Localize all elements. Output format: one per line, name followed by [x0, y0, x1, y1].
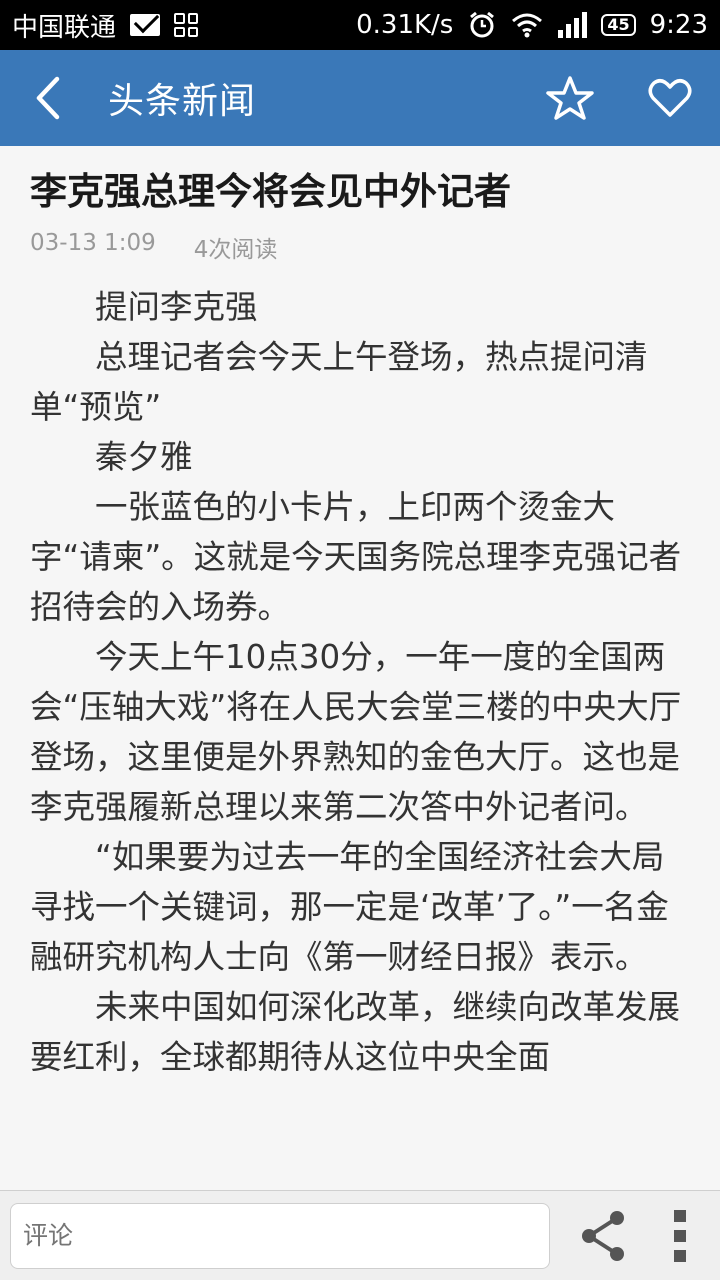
page-title: 头条新闻: [108, 81, 257, 122]
comment-input[interactable]: [10, 1202, 550, 1269]
apps-grid-icon: [174, 13, 199, 37]
carrier-name: 中国联通: [12, 12, 117, 43]
article-content[interactable]: 李克强总理今将会见中外记者 03-13 1:09 4次阅读 提问李克强 总理记者…: [0, 146, 720, 1190]
more-vertical-icon: [674, 1249, 686, 1262]
bottom-bar: [0, 1190, 720, 1280]
favorite-button[interactable]: [520, 50, 620, 146]
network-speed: 0.31K/s: [356, 10, 454, 40]
paragraph: 提问李克强: [95, 288, 258, 326]
article-body: 提问李克强 总理记者会今天上午登场，热点提问清单“预览” 秦夕雅 一张蓝色的小卡…: [30, 282, 690, 1082]
article-title: 李克强总理今将会见中外记者: [30, 170, 511, 213]
paragraph: 今天上午10点30分，一年一度的全国两会“压轴大戏”将在人民大会堂三楼的中央大厅…: [30, 638, 682, 826]
mail-icon: [130, 14, 161, 36]
back-button[interactable]: [0, 50, 96, 146]
more-vertical-icon: [674, 1229, 686, 1242]
clock: 9:23: [649, 10, 708, 40]
star-icon: [546, 76, 594, 120]
more-vertical-icon: [674, 1209, 686, 1222]
app-header: 头条新闻: [0, 50, 720, 146]
paragraph: 未来中国如何深化改革，继续向改革发展要红利，全球都期待从这位中央全面: [30, 988, 681, 1076]
article-meta: 03-13 1:09 4次阅读: [30, 230, 690, 264]
heart-icon: [648, 79, 692, 117]
wifi-icon: [512, 13, 543, 38]
paragraph: “如果要为过去一年的全国经济社会大局寻找一个关键词，那一定是‘改革’了。”一名金…: [30, 838, 669, 976]
status-bar: 中国联通 0.31K/s 45 9:23: [0, 0, 720, 50]
share-icon: [582, 1210, 624, 1261]
publish-date: 03-13 1:09: [30, 230, 156, 256]
battery-indicator: 45: [601, 14, 636, 36]
paragraph: 一张蓝色的小卡片，上印两个烫金大字“请柬”。这就是今天国务院总理李克强记者招待会…: [30, 488, 682, 626]
more-options-button[interactable]: [648, 1191, 712, 1280]
signal-icon: [558, 12, 588, 38]
read-count: 4次阅读: [193, 237, 278, 263]
like-button[interactable]: [620, 50, 720, 146]
chevron-left-icon: [36, 76, 60, 120]
alarm-icon: [470, 11, 495, 38]
paragraph: 总理记者会今天上午登场，热点提问清单“预览”: [30, 338, 648, 426]
share-button[interactable]: [558, 1191, 648, 1280]
paragraph: 秦夕雅: [95, 438, 193, 476]
